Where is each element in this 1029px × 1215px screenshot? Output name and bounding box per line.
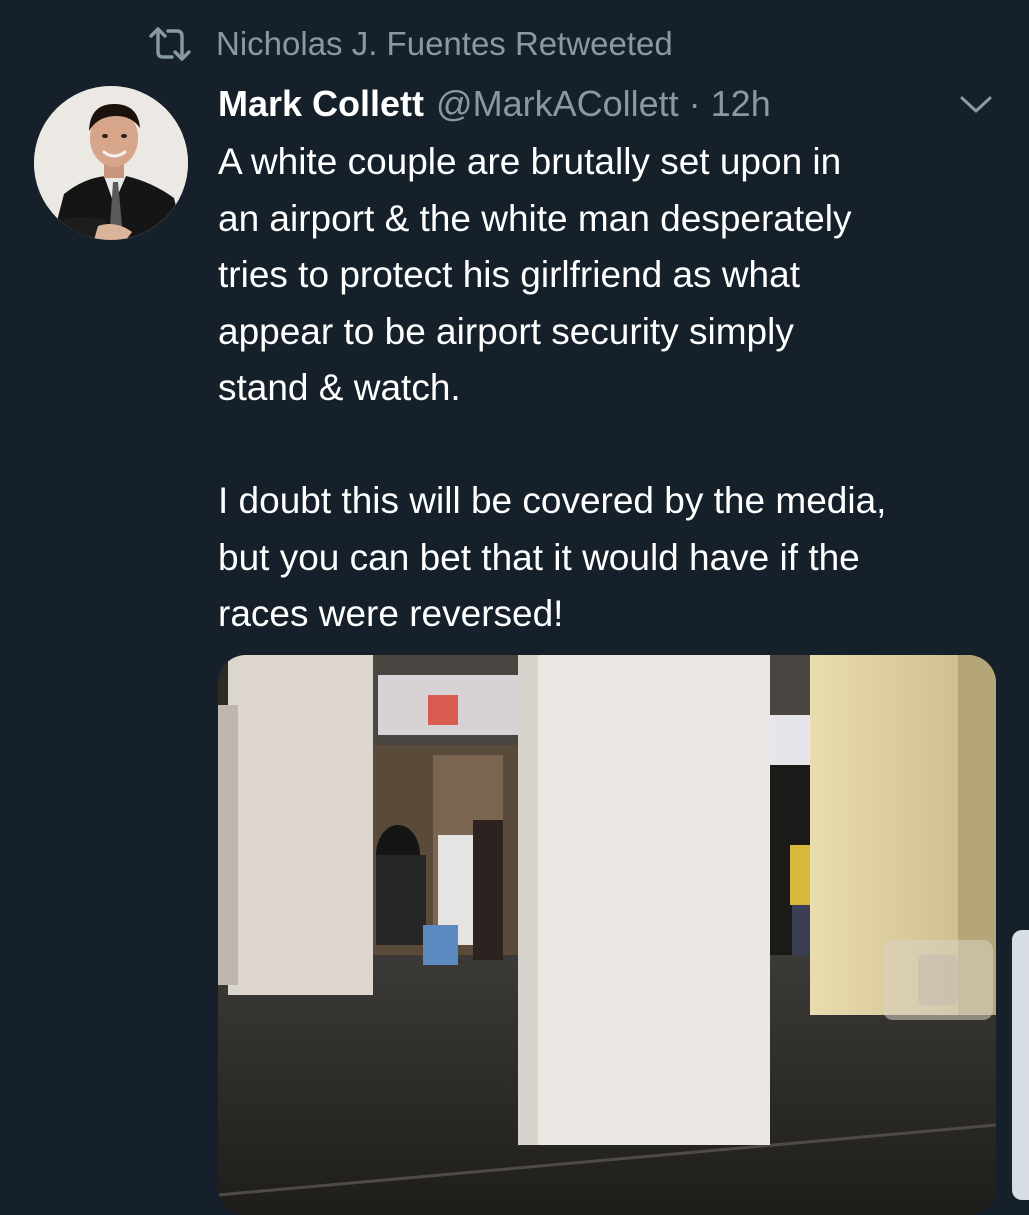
avatar[interactable]	[34, 86, 188, 240]
scrollbar[interactable]	[1012, 930, 1029, 1200]
retweet-icon	[148, 24, 192, 64]
tweet-header: Mark Collett @MarkACollett · 12h	[218, 82, 771, 126]
tweet-timestamp[interactable]: 12h	[711, 83, 771, 125]
display-name[interactable]: Mark Collett	[218, 83, 424, 125]
tweet-media-video[interactable]	[218, 655, 996, 1215]
user-handle[interactable]: @MarkACollett	[436, 83, 679, 125]
social-context[interactable]: Nicholas J. Fuentes Retweeted	[148, 22, 673, 66]
video-thumbnail	[218, 655, 996, 1215]
chevron-down-icon[interactable]	[956, 90, 996, 118]
avatar-image	[34, 86, 188, 240]
tweet-text: A white couple are brutally set upon in …	[218, 141, 887, 634]
social-context-text[interactable]: Nicholas J. Fuentes Retweeted	[216, 25, 673, 63]
header-separator: ·	[688, 83, 701, 124]
